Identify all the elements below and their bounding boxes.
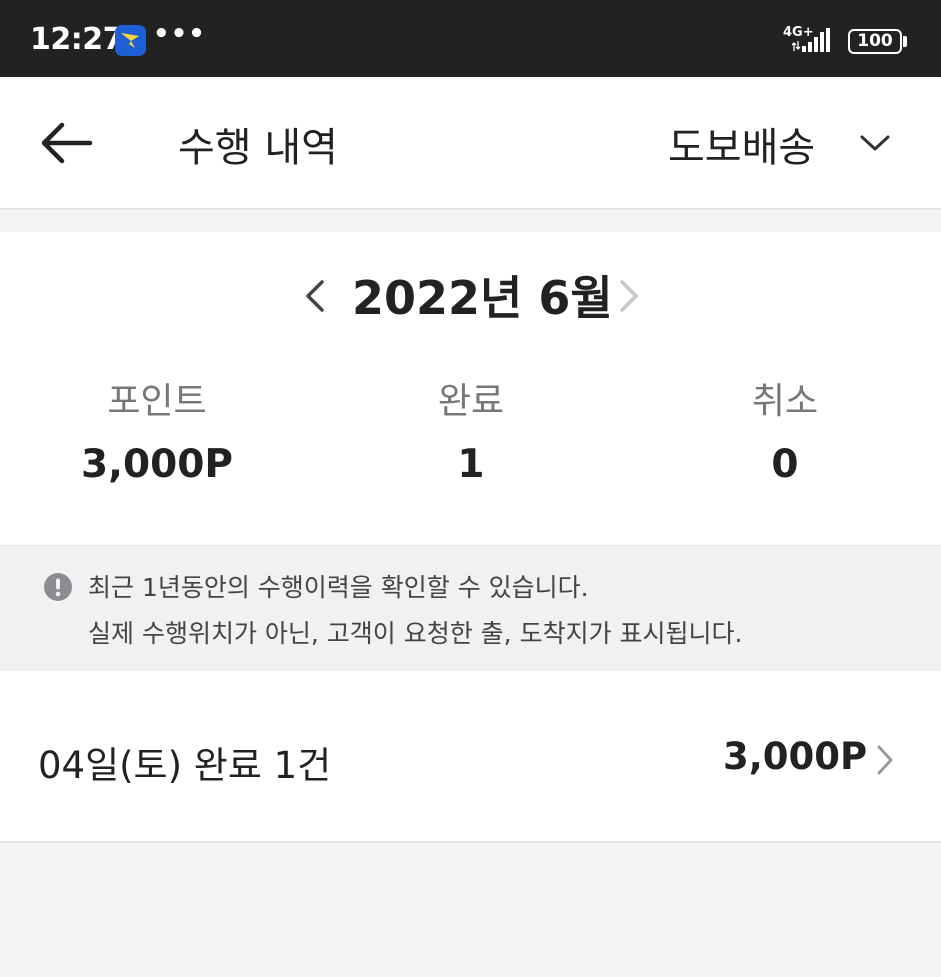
delivery-type-select[interactable]: 도보배송 (668, 115, 908, 171)
status-time: 12:27 (30, 22, 124, 57)
list-item[interactable]: 04일(토) 완료 1건 3,000P (0, 671, 941, 843)
battery-tip (903, 36, 907, 47)
app-notification-icon (115, 25, 146, 56)
chevron-right-icon (877, 745, 893, 775)
monthly-summary: 2022년 6월 포인트 3,000P 완료 1 취소 0 (0, 232, 941, 545)
stat-value: 0 (771, 442, 799, 487)
signal-icon (792, 28, 830, 52)
info-notice: 최근 1년동안의 수행이력을 확인할 수 있습니다. 실제 수행위치가 아닌, … (0, 545, 941, 671)
notice-text: 실제 수행위치가 아닌, 고객이 요청한 출, 도착지가 표시됩니다. (88, 619, 743, 648)
battery-level: 100 (857, 31, 893, 51)
status-bar: 12:27 ••• 4G+ 100 (0, 0, 941, 77)
exclamation-circle-icon (44, 573, 72, 601)
chevron-left-icon (306, 280, 324, 312)
stat-label: 완료 (437, 381, 505, 422)
notice-text: 최근 1년동안의 수행이력을 확인할 수 있습니다. (88, 573, 589, 602)
day-summary: 04일(토) 완료 1건 (38, 744, 332, 787)
stat-value: 1 (457, 442, 485, 487)
stat-value: 3,000P (81, 442, 233, 487)
arrow-left-icon (41, 122, 93, 164)
stat-points: 포인트 3,000P (27, 372, 287, 487)
current-month: 2022년 6월 (352, 271, 613, 325)
app-header: 수행 내역 도보배송 (0, 77, 941, 210)
battery-icon: 100 (848, 29, 902, 54)
page-title: 수행 내역 (178, 125, 338, 171)
back-button[interactable] (36, 117, 96, 169)
chevron-right-icon (620, 280, 638, 312)
stat-label: 포인트 (107, 381, 207, 422)
stat-cancelled: 취소 0 (655, 372, 915, 487)
day-points: 3,000P (723, 735, 868, 778)
previous-month-button[interactable] (300, 276, 330, 316)
chevron-down-icon (860, 135, 890, 151)
more-notifications-icon: ••• (153, 19, 206, 49)
delivery-type-value: 도보배송 (668, 125, 816, 171)
stat-completed: 완료 1 (341, 372, 601, 487)
next-month-button[interactable] (614, 276, 644, 316)
stat-label: 취소 (751, 381, 819, 422)
